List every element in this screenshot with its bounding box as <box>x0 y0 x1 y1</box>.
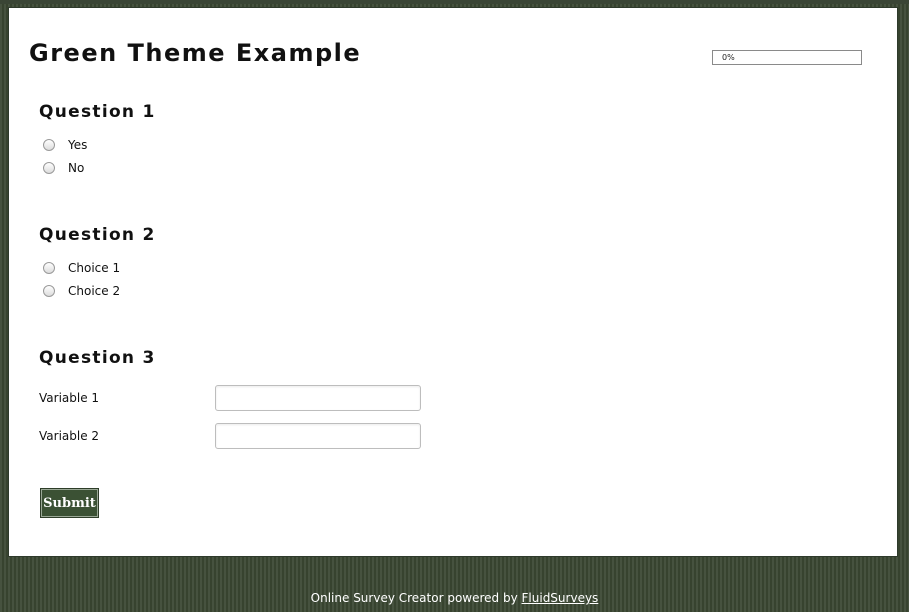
option-choice-1[interactable]: Choice 1 <box>39 256 156 279</box>
option-choice-2[interactable]: Choice 2 <box>39 279 156 302</box>
option-choice-1-label: Choice 1 <box>68 260 121 275</box>
question-3: Question 3 <box>39 347 156 369</box>
question-2: Question 2 Choice 1 Choice 2 <box>39 224 156 302</box>
progress-label: 0% <box>722 53 735 62</box>
field-row-variable-1: Variable 1 <box>39 385 439 412</box>
option-choice-2-label: Choice 2 <box>68 283 121 298</box>
option-no[interactable]: No <box>39 156 156 179</box>
question-2-options: Choice 1 Choice 2 <box>39 256 156 302</box>
radio-choice-1[interactable] <box>43 261 55 274</box>
variable-2-input[interactable] <box>215 423 421 449</box>
option-yes[interactable]: Yes <box>39 133 156 156</box>
radio-yes[interactable] <box>43 138 55 151</box>
question-1-options: Yes No <box>39 133 156 179</box>
field-row-variable-2: Variable 2 <box>39 423 439 450</box>
top-border <box>0 0 909 4</box>
page-title: Green Theme Example <box>29 39 362 67</box>
radio-no[interactable] <box>43 161 55 174</box>
question-1: Question 1 Yes No <box>39 101 156 179</box>
option-no-label: No <box>68 160 85 175</box>
fluidsurveys-link[interactable]: FluidSurveys <box>522 591 599 605</box>
survey-panel: Green Theme Example 0% Question 1 Yes No… <box>8 7 898 557</box>
question-2-title: Question 2 <box>39 225 156 245</box>
variable-1-input[interactable] <box>215 385 421 411</box>
variable-1-label: Variable 1 <box>39 391 100 405</box>
progress-bar: 0% <box>712 50 862 65</box>
option-yes-label: Yes <box>68 137 88 152</box>
footer-text: Online Survey Creator powered by <box>310 591 522 605</box>
question-1-title: Question 1 <box>39 102 156 122</box>
question-3-title: Question 3 <box>39 348 156 368</box>
submit-button[interactable]: Submit <box>40 488 99 518</box>
radio-choice-2[interactable] <box>43 284 55 297</box>
footer: Online Survey Creator powered by FluidSu… <box>0 590 909 606</box>
variable-2-label: Variable 2 <box>39 429 100 443</box>
